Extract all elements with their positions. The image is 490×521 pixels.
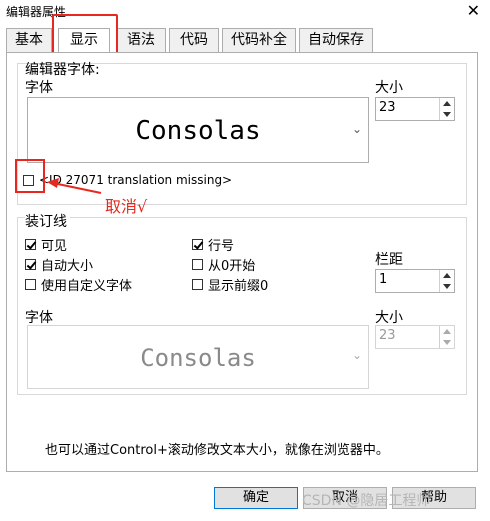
- leading-zero-checkbox[interactable]: [192, 279, 203, 290]
- tab-syntax[interactable]: 语法: [116, 28, 166, 52]
- spinner-buttons[interactable]: [439, 98, 454, 120]
- gutter-size-value: 23: [379, 328, 396, 343]
- editor-font-select[interactable]: Consolas ⌄: [27, 97, 369, 163]
- start-from-zero-label: 从0开始: [208, 259, 256, 274]
- gutter-group-label: 装订线: [25, 211, 70, 231]
- gutter-font-select[interactable]: Consolas ⌄: [27, 325, 369, 389]
- annotation-text: 取消√: [105, 197, 148, 216]
- custom-font-label: 使用自定义字体: [41, 279, 133, 294]
- tab-basic[interactable]: 基本: [6, 28, 52, 52]
- spinner-down-icon[interactable]: [443, 284, 451, 289]
- leading-zero-label: 显示前缀0: [208, 279, 269, 294]
- tab-code-completion[interactable]: 代码补全: [222, 28, 296, 52]
- tab-code[interactable]: 代码: [169, 28, 219, 52]
- spinner-up-icon[interactable]: [443, 329, 451, 334]
- auto-size-label: 自动大小: [41, 259, 94, 274]
- checkbox-highlight-box: [15, 159, 45, 193]
- annotation-arrow-icon: [47, 178, 102, 194]
- gutter-spacing-value: 1: [379, 272, 388, 287]
- gutter-font-label: 字体: [25, 310, 53, 326]
- tab-bar: 基本 显示 语法 代码 代码补全 自动保存: [6, 14, 476, 56]
- ok-button[interactable]: 确定: [214, 487, 298, 509]
- editor-font-name: Consolas: [135, 116, 261, 146]
- spinner-up-icon[interactable]: [443, 101, 451, 106]
- gutter-size-label: 大小: [375, 310, 403, 326]
- tab-highlight-box: [52, 14, 118, 56]
- custom-font-checkbox[interactable]: [25, 279, 36, 290]
- gutter-spacing-spinner[interactable]: 1: [375, 269, 455, 293]
- chevron-down-icon: ⌄: [351, 122, 362, 136]
- gutter-spacing-label: 栏距: [375, 252, 403, 268]
- display-panel: 编辑器字体: 字体 大小 Consolas ⌄ 23 <ID 27071 tra…: [6, 52, 478, 472]
- chevron-down-icon: ⌄: [351, 348, 362, 362]
- editor-size-value: 23: [379, 100, 396, 115]
- visible-label: 可见: [41, 239, 68, 254]
- editor-size-spinner[interactable]: 23: [375, 97, 455, 121]
- watermark: CSDN @隐居工程师: [302, 493, 431, 509]
- gutter-font-name: Consolas: [140, 344, 256, 372]
- editor-font-label: 字体: [25, 80, 53, 96]
- auto-size-checkbox[interactable]: [25, 259, 36, 270]
- line-number-checkbox[interactable]: [192, 239, 203, 250]
- editor-size-label: 大小: [375, 80, 403, 96]
- spinner-buttons[interactable]: [439, 326, 454, 348]
- spinner-down-icon[interactable]: [443, 112, 451, 117]
- gutter-size-spinner[interactable]: 23: [375, 325, 455, 349]
- tab-autosave[interactable]: 自动保存: [299, 28, 373, 52]
- editor-font-group-label: 编辑器字体:: [25, 62, 100, 78]
- close-icon[interactable]: ✕: [467, 1, 480, 20]
- line-number-label: 行号: [208, 239, 235, 254]
- visible-checkbox[interactable]: [25, 239, 36, 250]
- spinner-down-icon[interactable]: [443, 340, 451, 345]
- spinner-buttons[interactable]: [439, 270, 454, 292]
- zoom-hint-text: 也可以通过Control+滚动修改文本大小，就像在浏览器中。: [45, 443, 389, 458]
- spinner-up-icon[interactable]: [443, 273, 451, 278]
- start-from-zero-checkbox[interactable]: [192, 259, 203, 270]
